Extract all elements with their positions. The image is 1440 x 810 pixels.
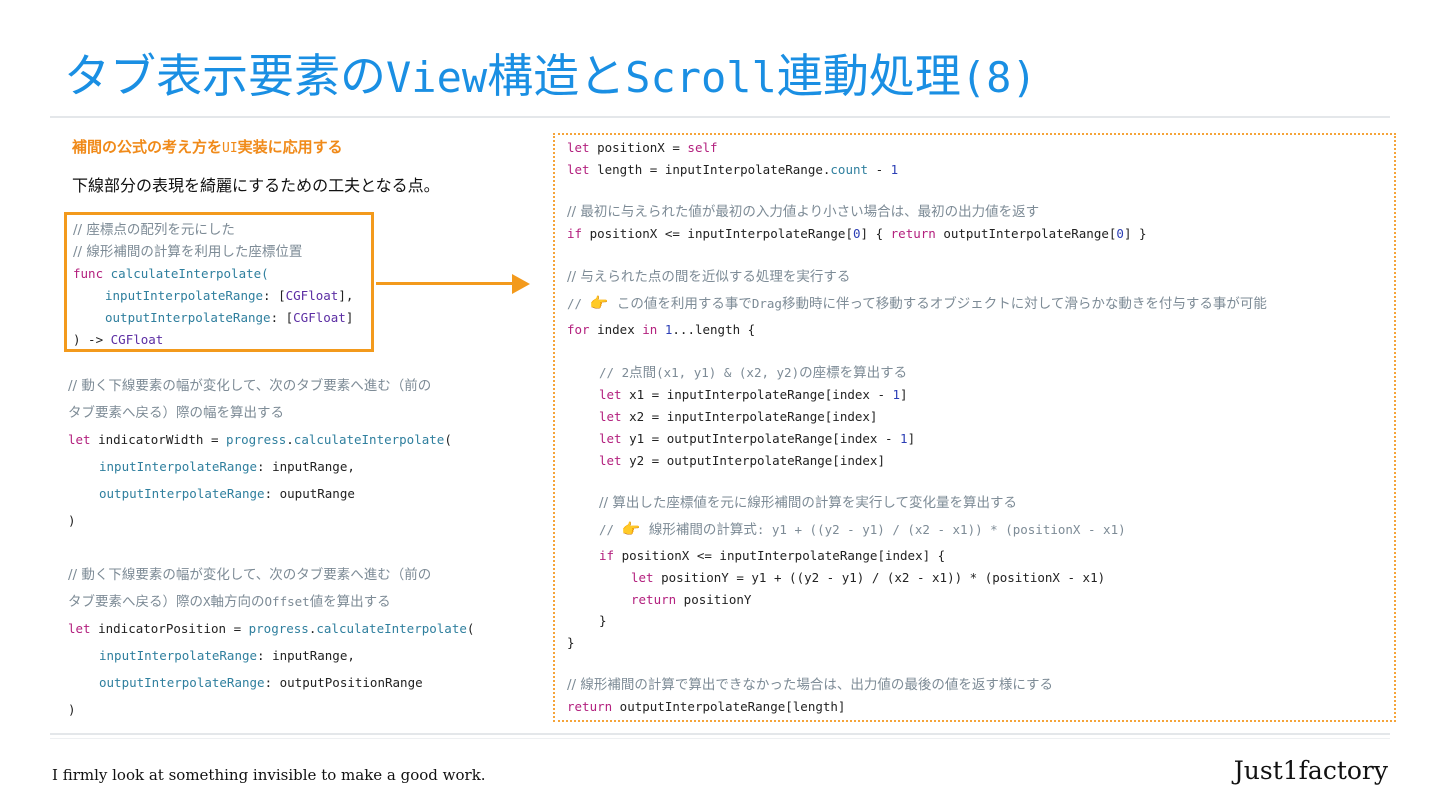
code-line: outputInterpolateRange: outputPositionRa… <box>99 675 423 690</box>
code-line: ) <box>68 513 76 528</box>
code-line: タブ要素へ戻る）際の幅を算出する <box>68 405 284 421</box>
footer-divider <box>50 738 1390 739</box>
footer-divider <box>50 733 1390 735</box>
arrow-shaft <box>376 282 516 285</box>
code-line: return outputInterpolateRange[length] <box>567 699 846 714</box>
code-line: // 動く下線要素の幅が変化して、次のタブ要素へ進む（前の <box>68 567 432 583</box>
code-line: for index in 1...length { <box>567 322 756 337</box>
section-subtitle: 補間の公式の考え方をUI実装に応用する <box>72 138 343 156</box>
code-line: let indicatorWidth = progress.calculateI… <box>68 432 452 447</box>
code-line: // 算出した座標値を元に線形補間の計算を実行して変化量を算出する <box>599 495 1017 511</box>
slide-title: タブ表示要素のView構造とScroll連動処理(8) <box>64 49 1037 103</box>
implementation-code-box: let positionX = self let length = inputI… <box>553 133 1396 722</box>
code-line: ) -> CGFloat <box>73 332 164 347</box>
code-line: // 👉 この値を利用する事でDrag移動時に伴って移動するオブジェクトに対して… <box>567 294 1267 312</box>
title-divider <box>50 116 1390 118</box>
code-line: outputInterpolateRange: [CGFloat] <box>105 310 354 325</box>
code-line: // 与えられた点の間を近似する処理を実行する <box>567 269 851 285</box>
arrow-right-icon <box>512 274 530 294</box>
brand-logo: Just1factory <box>1233 756 1388 785</box>
code-line: let indicatorPosition = progress.calcula… <box>68 621 475 636</box>
code-line: // 2点間(x1, y1) & (x2, y2)の座標を算出する <box>599 365 908 381</box>
code-line: ) <box>68 702 76 717</box>
code-line: let positionY = y1 + ((y2 - y1) / (x2 - … <box>631 570 1106 585</box>
code-line: // 👉 線形補間の計算式: y1 + ((y2 - y1) / (x2 - x… <box>599 520 1126 538</box>
code-line: let x2 = inputInterpolateRange[index] <box>599 409 878 424</box>
footer-tagline: I firmly look at something invisible to … <box>52 766 486 784</box>
code-line: outputInterpolateRange: ouputRange <box>99 486 355 501</box>
code-line: inputInterpolateRange: inputRange, <box>99 648 355 663</box>
code-line: } <box>599 613 607 628</box>
code-line: タブ要素へ戻る）際のX軸方向のOffset値を算出する <box>68 594 391 610</box>
code-line: } <box>567 635 575 650</box>
code-line: // 座標点の配列を元にした <box>73 222 235 238</box>
code-line: let positionX = self <box>567 140 718 155</box>
pointing-hand-icon: 👉 <box>621 520 641 538</box>
code-line: // 最初に与えられた値が最初の入力値より小さい場合は、最初の出力値を返す <box>567 204 1040 220</box>
function-signature-box: // 座標点の配列を元にした // 線形補間の計算を利用した座標位置 func … <box>64 212 374 352</box>
code-line: let length = inputInterpolateRange.count… <box>567 162 899 177</box>
code-line: return positionY <box>631 592 752 607</box>
code-line: inputInterpolateRange: [CGFloat], <box>105 288 354 303</box>
pointing-hand-icon: 👉 <box>589 294 609 312</box>
code-line: func calculateInterpolate( <box>73 266 269 281</box>
code-line: // 線形補間の計算で算出できなかった場合は、出力値の最後の値を返す様にする <box>567 677 1054 693</box>
code-line: let y1 = outputInterpolateRange[index - … <box>599 431 916 446</box>
code-line: if positionX <= inputInterpolateRange[in… <box>599 548 946 563</box>
code-line: if positionX <= inputInterpolateRange[0]… <box>567 226 1147 241</box>
lead-text: 下線部分の表現を綺麗にするための工夫となる点。 <box>72 176 440 195</box>
code-line: // 線形補間の計算を利用した座標位置 <box>73 244 303 260</box>
code-line: let x1 = inputInterpolateRange[index - 1… <box>599 387 908 402</box>
code-line: let y2 = outputInterpolateRange[index] <box>599 453 885 468</box>
code-line: inputInterpolateRange: inputRange, <box>99 459 355 474</box>
code-line: // 動く下線要素の幅が変化して、次のタブ要素へ進む（前の <box>68 378 432 394</box>
